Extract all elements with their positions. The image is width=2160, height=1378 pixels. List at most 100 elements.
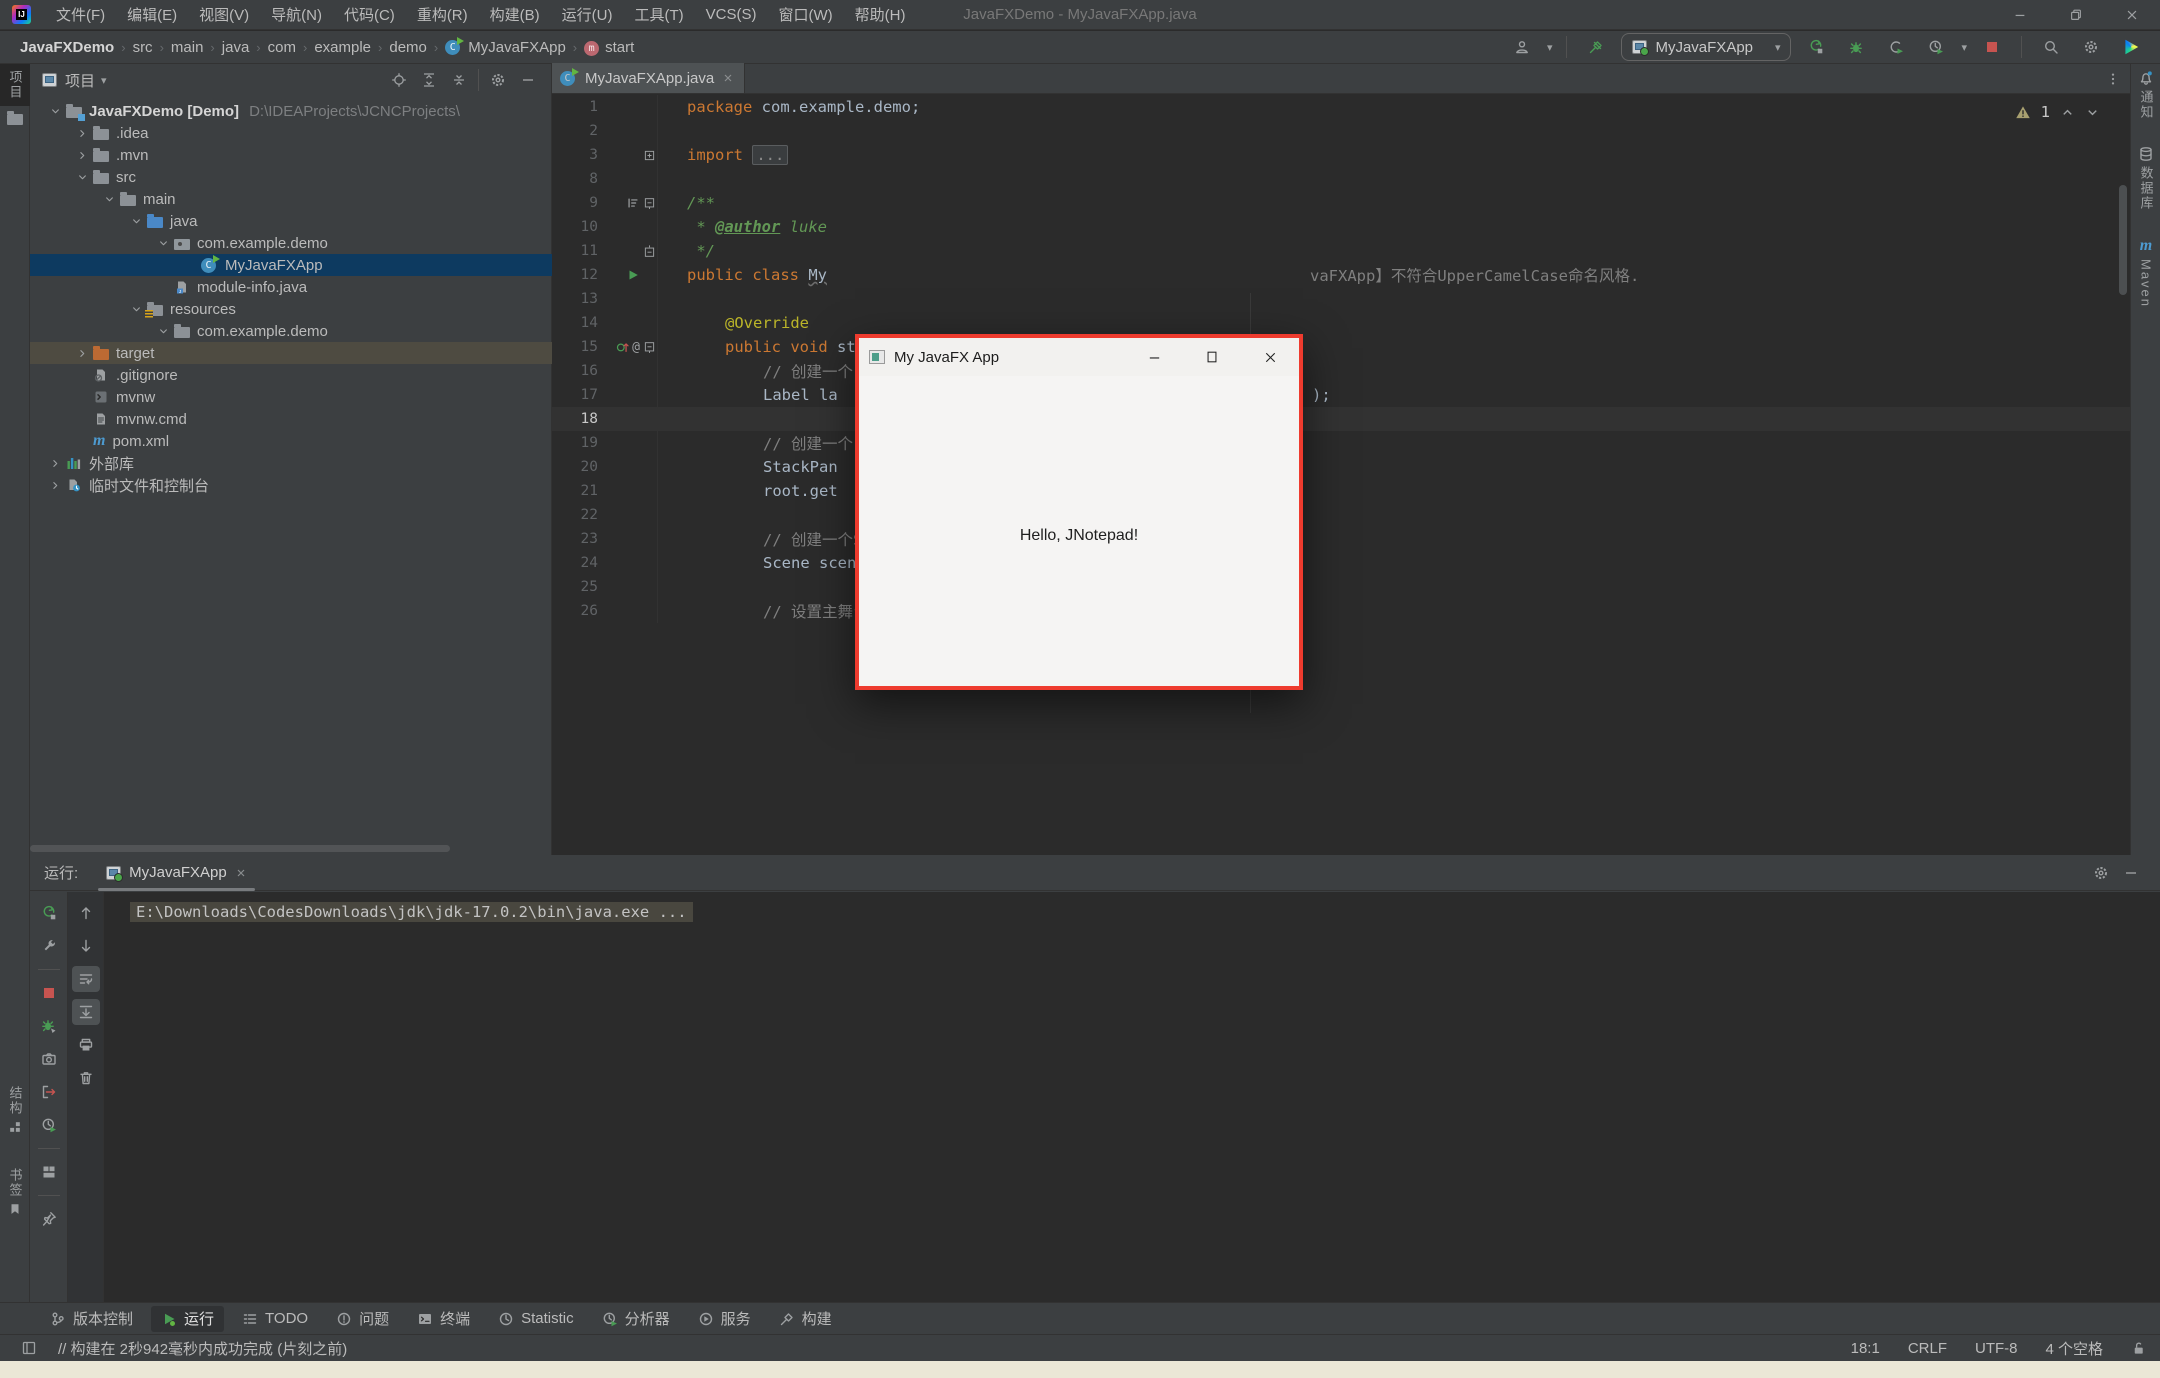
restore-icon[interactable] [2048, 0, 2104, 30]
layout-icon[interactable] [35, 1159, 63, 1185]
menu-item-E[interactable]: 编辑(E) [116, 0, 188, 30]
wrench-icon[interactable] [35, 933, 63, 959]
arrow-down-icon[interactable] [72, 933, 100, 959]
javafx-app-window[interactable]: My JavaFX App Hello, JNotepad! [855, 334, 1303, 690]
tree-item-com.example.demo[interactable]: com.example.demo [30, 320, 552, 342]
rerun-icon[interactable] [35, 900, 63, 926]
breadcrumb-item[interactable]: example [310, 39, 375, 56]
softwrap-icon[interactable] [72, 966, 100, 992]
code-view[interactable]: 1 1package com.example.demo;23import ...… [552, 95, 2130, 855]
tree-item-pom.xml[interactable]: mpom.xml [30, 430, 552, 452]
chevron-down-icon[interactable] [98, 193, 120, 206]
build-status-message[interactable]: // 构建在 2秒942毫秒内成功完成 (片刻之前) [58, 1338, 347, 1359]
user-icon[interactable] [1507, 34, 1537, 60]
menu-item-B[interactable]: 构建(B) [479, 0, 551, 30]
menu-item-W[interactable]: 窗口(W) [767, 0, 843, 30]
menu-item-H[interactable]: 帮助(H) [844, 0, 917, 30]
colorful-play-icon[interactable] [2116, 34, 2146, 60]
gear-icon[interactable] [2076, 34, 2106, 60]
close-icon[interactable] [2104, 0, 2160, 30]
chevron-down-icon[interactable]: ▾ [1547, 41, 1553, 54]
menu-item-V[interactable]: 视图(V) [188, 0, 260, 30]
menu-item-R[interactable]: 重构(R) [406, 0, 479, 30]
tree-item-target[interactable]: target [30, 342, 552, 364]
run-config-combo[interactable]: MyJavaFXApp▾ [1621, 33, 1791, 61]
tool-window-button-问题[interactable]: 问题 [326, 1306, 399, 1332]
debug-icon[interactable] [1841, 34, 1871, 60]
locate-icon[interactable] [384, 67, 414, 93]
exit-icon[interactable] [35, 1079, 63, 1105]
coverage-icon[interactable] [1881, 34, 1911, 60]
trash-icon[interactable] [72, 1065, 100, 1091]
tool-window-button-运行[interactable]: 运行 [151, 1306, 224, 1332]
tree-item-.gitignore[interactable]: .gitignore [30, 364, 552, 386]
chevron-down-icon[interactable] [152, 237, 174, 250]
stripe-button-数据库[interactable]: 数据库 [2131, 140, 2160, 217]
chevron-down-icon[interactable]: ▾ [1961, 41, 1967, 54]
project-panel-title[interactable]: 项目 [65, 70, 95, 91]
run-gutter-icon[interactable] [626, 268, 640, 282]
chevron-right-icon[interactable] [71, 149, 93, 162]
close-icon[interactable] [235, 867, 247, 879]
menu-item-F[interactable]: 文件(F) [45, 0, 116, 30]
camera-icon[interactable] [35, 1046, 63, 1072]
stop-icon[interactable] [1977, 34, 2007, 60]
tool-window-button-终端[interactable]: 终端 [407, 1306, 480, 1332]
breadcrumb-item[interactable]: java [218, 39, 254, 56]
tool-window-button-构建[interactable]: 构建 [769, 1306, 842, 1332]
tool-window-button-服务[interactable]: 服务 [688, 1306, 761, 1332]
tree-item-MyJavaFXApp[interactable]: CMyJavaFXApp [30, 254, 552, 276]
tree-item-mvnw.cmd[interactable]: mvnw.cmd [30, 408, 552, 430]
menu-item-N[interactable]: 导航(N) [260, 0, 333, 30]
minimize-icon[interactable] [1125, 338, 1183, 376]
breadcrumb-item[interactable]: src [129, 39, 157, 56]
encoding[interactable]: UTF-8 [1975, 1340, 2018, 1357]
expand-all-icon[interactable] [414, 67, 444, 93]
gear-icon[interactable] [483, 67, 513, 93]
chevron-right-icon[interactable] [44, 457, 66, 470]
tree-item-JavaFXDemo[interactable]: JavaFXDemo [Demo]D:\IDEAProjects\JCNCPro… [30, 100, 552, 122]
scroll-end-icon[interactable] [72, 999, 100, 1025]
tree-item-.idea[interactable]: .idea [30, 122, 552, 144]
chevron-down-icon[interactable] [125, 303, 147, 316]
profiler-icon[interactable] [1921, 34, 1951, 60]
hammer-icon[interactable] [1581, 34, 1611, 60]
menu-item-T[interactable]: 工具(T) [623, 0, 694, 30]
search-icon[interactable] [2036, 34, 2066, 60]
stripe-button-favorites[interactable] [0, 106, 30, 131]
stripe-button-结构[interactable]: 结构 [0, 1080, 30, 1140]
fold-marker[interactable] [642, 335, 658, 359]
unlock-icon[interactable] [2131, 1341, 2146, 1356]
tree-item-com.example.demo[interactable]: com.example.demo [30, 232, 552, 254]
tool-window-button-TODO[interactable]: TODO [232, 1306, 318, 1332]
minimize-icon[interactable] [1992, 0, 2048, 30]
fold-marker[interactable] [642, 143, 658, 167]
breadcrumb-method-item[interactable]: mstart [580, 38, 638, 56]
chevron-down-icon[interactable]: ▾ [1775, 41, 1781, 54]
tree-item-moduleinfo.java[interactable]: Jmodule-info.java [30, 276, 552, 298]
stripe-button-Maven[interactable]: mMaven [2131, 231, 2160, 314]
chevron-right-icon[interactable] [44, 479, 66, 492]
breadcrumb-item[interactable]: com [264, 39, 300, 56]
breadcrumb-item[interactable]: main [167, 39, 208, 56]
gear-icon[interactable] [2086, 860, 2116, 886]
line-ending[interactable]: CRLF [1908, 1340, 1947, 1357]
close-icon[interactable] [1241, 338, 1299, 376]
tool-window-button-Statistic[interactable]: Statistic [488, 1306, 584, 1332]
chevron-right-icon[interactable] [71, 127, 93, 140]
caret-position[interactable]: 18:1 [1851, 1340, 1880, 1357]
pin-icon[interactable] [35, 1206, 63, 1232]
tool-window-button-版本控制[interactable]: 版本控制 [40, 1306, 143, 1332]
menu-item-VCSS[interactable]: VCS(S) [695, 0, 768, 30]
chevron-right-icon[interactable] [71, 347, 93, 360]
fold-marker[interactable] [642, 239, 658, 263]
tab-myjavafxapp[interactable]: C MyJavaFXApp.java [552, 63, 745, 93]
tree-item-main[interactable]: main [30, 188, 552, 210]
tool-window-switcher-icon[interactable] [14, 1335, 44, 1361]
chevron-down-icon[interactable] [152, 325, 174, 338]
stop-icon[interactable] [35, 980, 63, 1006]
print-icon[interactable] [72, 1032, 100, 1058]
arrow-up-icon[interactable] [72, 900, 100, 926]
tree-item-[interactable]: 外部库 [30, 452, 552, 474]
tree-item-.mvn[interactable]: .mvn [30, 144, 552, 166]
